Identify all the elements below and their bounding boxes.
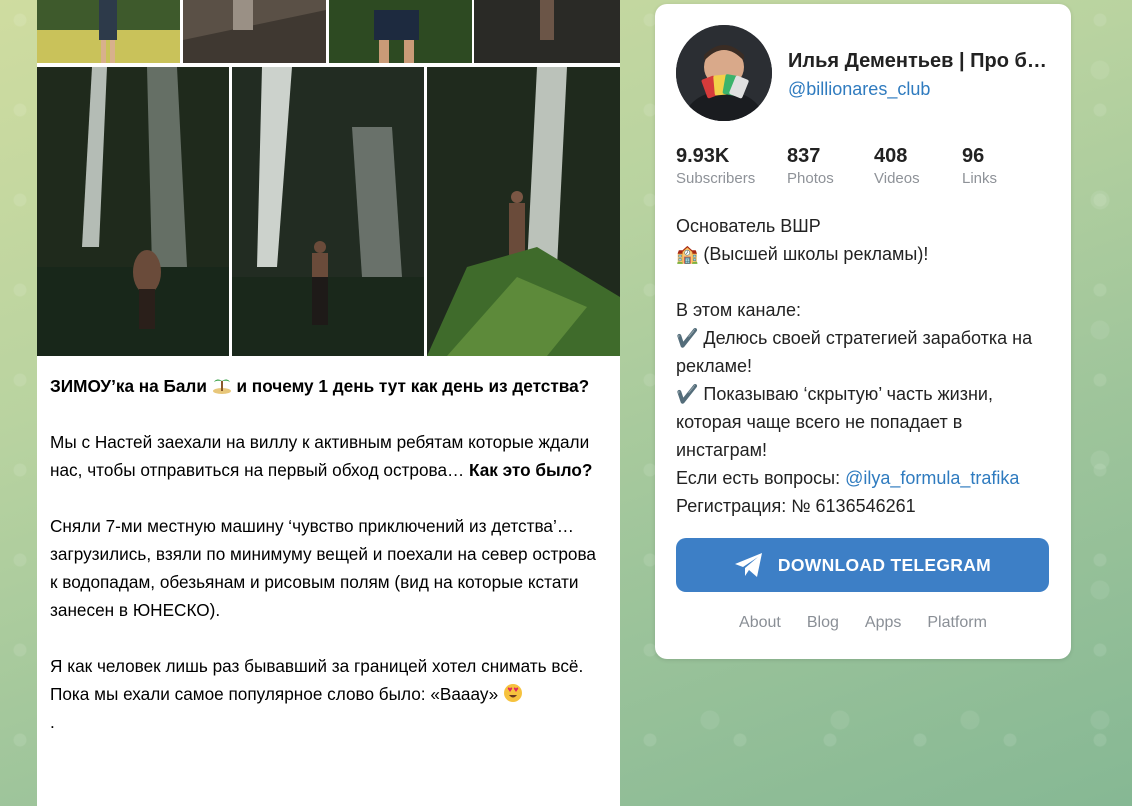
channel-post: ЗИМОУ’ка на Бали и почему 1 день тут как… <box>37 0 620 806</box>
channel-username[interactable]: @billionares_club <box>788 79 930 100</box>
photo-thumb-rice-field[interactable] <box>37 0 180 63</box>
download-telegram-button[interactable]: DOWNLOAD TELEGRAM <box>676 538 1049 592</box>
footer-link-about[interactable]: About <box>739 614 781 632</box>
photo-waterfall-2[interactable] <box>232 67 424 356</box>
post-paragraph-2: Мы с Настей заехали на виллу к активным … <box>50 428 605 484</box>
stat-photos-value: 837 <box>787 145 821 167</box>
stat-links[interactable]: 96 Links <box>962 144 997 190</box>
download-telegram-label: DOWNLOAD TELEGRAM <box>777 554 992 575</box>
stat-photos-label: Photos <box>787 170 834 187</box>
photo-gallery <box>37 67 620 356</box>
channel-description: Основатель ВШР 🏫 (Высшей школы рекламы)!… <box>676 212 1051 520</box>
footer-link-blog[interactable]: Blog <box>807 614 839 632</box>
stat-photos[interactable]: 837 Photos <box>787 144 834 190</box>
post-paragraph-1: ЗИМОУ’ка на Бали и почему 1 день тут как… <box>50 372 605 400</box>
footer-links: About Blog Apps Platform <box>655 614 1071 632</box>
photo-thumb-roof[interactable] <box>183 0 326 63</box>
photo-waterfall-1[interactable] <box>37 67 229 356</box>
desc-line-7: Регистрация: № 6136546261 <box>676 496 916 516</box>
avatar-image <box>676 25 772 121</box>
desc-line-5: ✔️ Показываю ‘скрытую’ часть жизни, кото… <box>676 384 993 460</box>
channel-info-card: Илья Дементьев | Про бизнес @billionares… <box>655 4 1071 659</box>
stat-links-value: 96 <box>962 145 985 167</box>
photo-thumb-jungle[interactable] <box>329 0 472 63</box>
desc-line-6: Если есть вопросы: @ilya_formula_trafika <box>676 464 1051 492</box>
stat-subscribers: 9.93K Subscribers <box>676 144 755 190</box>
channel-title: Илья Дементьев | Про бизнес <box>788 50 1050 72</box>
telegram-plane-icon <box>734 553 762 577</box>
photo-waterfall-3[interactable] <box>427 67 620 356</box>
channel-avatar[interactable] <box>676 25 772 121</box>
heart-eyes-emoji-icon <box>503 684 522 702</box>
desc-line-4: ✔️ Делюсь своей стратегией заработка на … <box>676 328 1033 376</box>
footer-link-platform[interactable]: Platform <box>927 614 987 632</box>
stat-videos[interactable]: 408 Videos <box>874 144 920 190</box>
island-emoji-icon <box>212 379 231 394</box>
post-text: ЗИМОУ’ка на Бали и почему 1 день тут как… <box>50 372 605 764</box>
desc-line-3: В этом канале: <box>676 300 801 320</box>
stat-videos-value: 408 <box>874 145 908 167</box>
contact-link[interactable]: @ilya_formula_trafika <box>845 468 1019 488</box>
stat-videos-label: Videos <box>874 170 920 187</box>
stat-links-label: Links <box>962 170 998 187</box>
post-title: ЗИМОУ’ка на Бали <box>50 376 207 396</box>
post-paragraph-4: Я как человек лишь раз бывавший за грани… <box>50 652 605 736</box>
desc-line-2: 🏫 (Высшей школы рекламы)! <box>676 244 929 264</box>
desc-line-1: Основатель ВШР <box>676 216 821 236</box>
post-paragraph-4-tail: . <box>50 712 55 732</box>
post-paragraph-3: Сняли 7-ми местную машину ‘чувство прикл… <box>50 516 596 620</box>
desc-blank <box>676 268 1051 296</box>
post-title-rest: и почему 1 день тут как день из детства? <box>236 376 590 396</box>
stat-subscribers-value: 9.93K <box>676 145 730 167</box>
photo-thumb-dark[interactable] <box>474 0 620 63</box>
desc-line-6-prefix: Если есть вопросы: <box>676 468 846 488</box>
post-paragraph-2-bold: Как это было? <box>469 460 593 480</box>
photo-strip-top <box>37 0 620 64</box>
stat-subscribers-label: Subscribers <box>676 170 756 187</box>
footer-link-apps[interactable]: Apps <box>865 614 901 632</box>
